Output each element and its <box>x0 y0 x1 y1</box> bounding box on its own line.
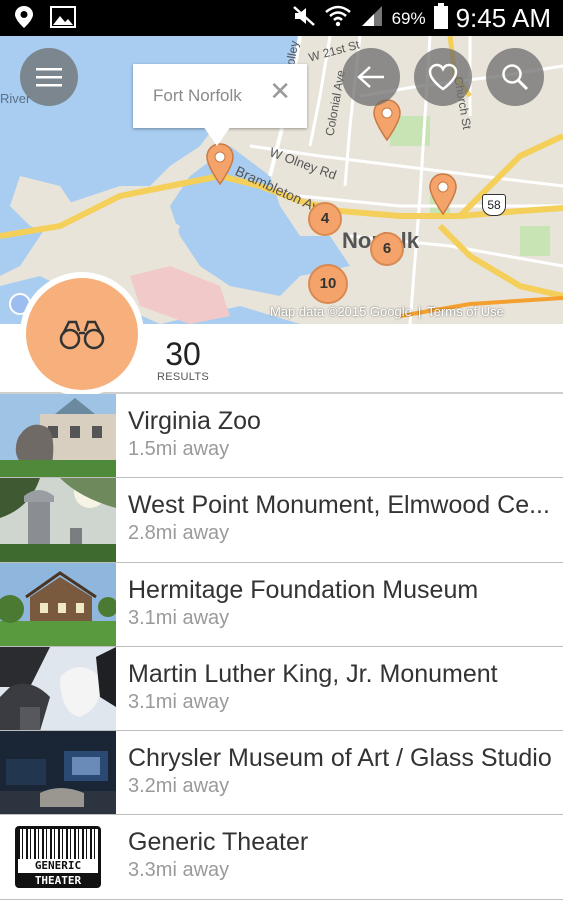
image-icon <box>50 6 76 33</box>
map-cluster[interactable]: 6 <box>370 232 404 266</box>
list-item[interactable]: Martin Luther King, Jr. Monument 3.1mi a… <box>0 646 563 732</box>
places-list: Virginia Zoo 1.5mi away West Point Monum… <box>0 394 563 900</box>
map-cluster[interactable]: 10 <box>308 264 348 304</box>
place-distance: 3.3mi away <box>128 859 230 882</box>
route-shield: 58 <box>482 194 506 216</box>
terms-link[interactable]: Terms of Use <box>427 304 504 319</box>
callout-tail <box>203 126 231 146</box>
place-distance: 3.1mi away <box>128 690 230 713</box>
map-pin[interactable] <box>428 172 458 221</box>
place-thumbnail <box>0 478 116 562</box>
list-item[interactable]: West Point Monument, Elmwood Ce... 2.8mi… <box>0 478 563 563</box>
map-callout[interactable]: Fort Norfolk ✕ <box>133 64 307 146</box>
clock: 9:45 AM <box>455 3 551 33</box>
place-distance: 2.8mi away <box>128 522 230 545</box>
back-button[interactable] <box>342 48 400 106</box>
place-thumbnail: GENERIC THEATER <box>0 815 116 899</box>
search-button[interactable] <box>486 48 544 106</box>
list-item[interactable]: GENERIC THEATER Generic Theater 3.3mi aw… <box>0 815 563 900</box>
search-icon <box>502 64 529 91</box>
place-name: Hermitage Foundation Museum <box>128 575 479 604</box>
binoculars-button[interactable] <box>20 272 144 396</box>
callout-title: Fort Norfolk <box>153 86 242 105</box>
location-icon <box>14 5 34 34</box>
theater-logo: GENERIC THEATER <box>15 826 101 889</box>
place-distance: 1.5mi away <box>128 438 230 460</box>
heart-icon <box>428 63 458 91</box>
signal-icon <box>360 4 384 33</box>
results-count: 30 RESULTS <box>150 336 216 383</box>
place-thumbnail <box>0 646 116 731</box>
battery-icon <box>433 3 448 34</box>
map-pin[interactable] <box>205 142 235 191</box>
menu-button[interactable] <box>20 48 78 106</box>
place-name: Chrysler Museum of Art / Glass Studio <box>128 744 552 773</box>
list-item[interactable]: Chrysler Museum of Art / Glass Studio 3.… <box>0 731 563 816</box>
status-bar: 69% 9:45 AM <box>0 0 563 36</box>
theater-logo-line1: GENERIC <box>18 859 98 874</box>
battery-percent: 69% <box>391 8 426 28</box>
place-name: West Point Monument, Elmwood Ce... <box>128 491 550 520</box>
favorite-button[interactable] <box>414 48 472 106</box>
mute-icon <box>292 5 316 32</box>
place-thumbnail <box>0 731 116 815</box>
theater-logo-line2: THEATER <box>18 873 98 886</box>
map-cluster[interactable]: 4 <box>308 202 342 236</box>
place-name: Martin Luther King, Jr. Monument <box>128 659 498 688</box>
attribution-text: Map data ©2015 Google <box>270 304 412 319</box>
list-item[interactable]: Hermitage Foundation Museum 3.1mi away <box>0 562 563 647</box>
binoculars-button-inner[interactable] <box>26 278 138 390</box>
list-item[interactable]: Virginia Zoo 1.5mi away <box>0 394 563 479</box>
place-distance: 3.1mi away <box>128 606 230 629</box>
close-icon[interactable]: ✕ <box>269 78 291 104</box>
menu-icon <box>36 68 62 87</box>
map-attribution: Map data ©2015 Google | Terms of Use <box>270 304 504 319</box>
results-label: RESULTS <box>156 371 210 383</box>
arrow-left-icon <box>357 66 384 88</box>
place-thumbnail <box>0 562 116 646</box>
place-thumbnail <box>0 394 116 478</box>
wifi-icon <box>324 4 352 33</box>
place-name: Virginia Zoo <box>128 407 261 435</box>
results-number: 30 <box>165 336 201 372</box>
place-distance: 3.2mi away <box>128 775 230 798</box>
binoculars-icon <box>59 320 105 350</box>
place-name: Generic Theater <box>128 828 309 857</box>
